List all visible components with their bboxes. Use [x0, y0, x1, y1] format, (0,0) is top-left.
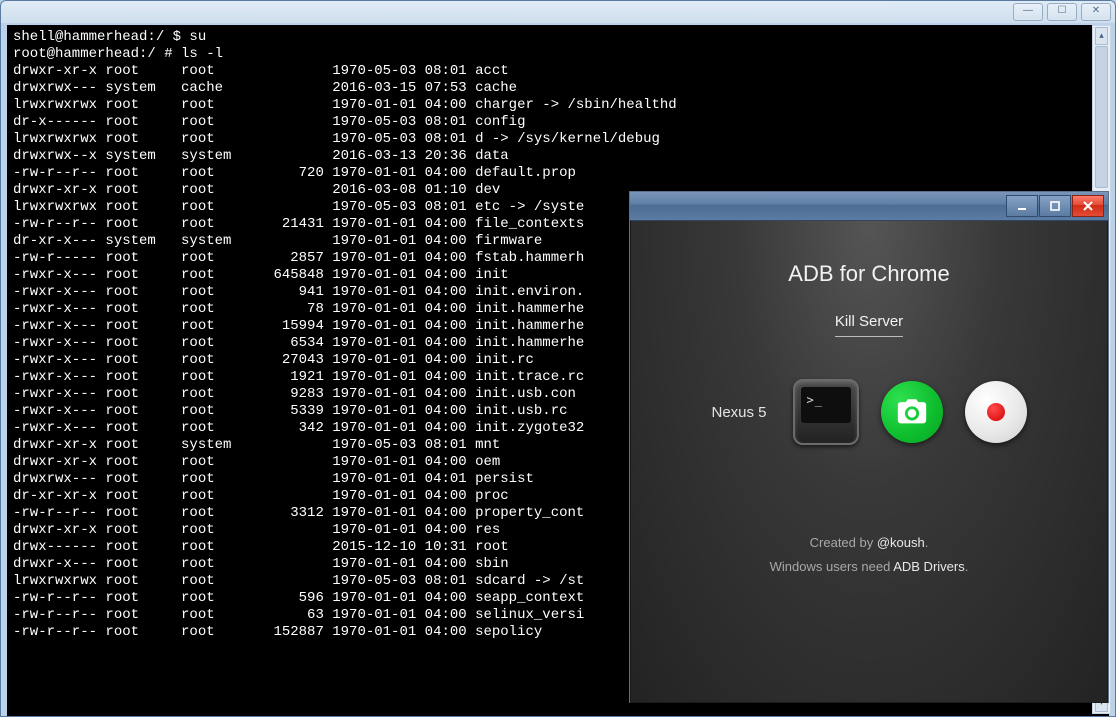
scroll-up-icon[interactable]: ▴: [1095, 27, 1108, 45]
adb-body: ADB for Chrome Kill Server Nexus 5 >_ Cr…: [630, 221, 1108, 703]
device-label: Nexus 5: [711, 404, 766, 421]
koush-link[interactable]: @koush: [877, 535, 925, 550]
record-button[interactable]: [965, 381, 1027, 443]
kill-server-link[interactable]: Kill Server: [835, 313, 903, 337]
camera-icon: [895, 395, 929, 429]
terminal-titlebar[interactable]: — ☐ ✕: [1, 1, 1115, 23]
close-button[interactable]: ✕: [1081, 3, 1111, 21]
adb-footer: Created by @koush. Windows users need AD…: [770, 531, 969, 579]
adb-close-button[interactable]: [1072, 195, 1104, 217]
adb-drivers-link[interactable]: ADB Drivers: [893, 559, 965, 574]
terminal-icon: >_: [801, 387, 851, 423]
shell-button[interactable]: >_: [793, 379, 859, 445]
adb-minimize-button[interactable]: [1006, 195, 1038, 217]
record-icon: [987, 403, 1005, 421]
adb-app-title: ADB for Chrome: [788, 261, 949, 287]
footer-windows-text: Windows users need: [770, 559, 894, 574]
footer-created-text: Created by: [810, 535, 877, 550]
adb-titlebar[interactable]: [630, 192, 1108, 221]
device-row: Nexus 5 >_: [711, 379, 1026, 445]
scroll-thumb[interactable]: [1095, 46, 1108, 188]
adb-window: ADB for Chrome Kill Server Nexus 5 >_ Cr…: [630, 192, 1108, 702]
footer-created-period: .: [925, 535, 929, 550]
maximize-button[interactable]: ☐: [1047, 3, 1077, 21]
minimize-button[interactable]: —: [1013, 3, 1043, 21]
footer-windows-period: .: [965, 559, 969, 574]
screenshot-button[interactable]: [881, 381, 943, 443]
adb-maximize-button[interactable]: [1039, 195, 1071, 217]
